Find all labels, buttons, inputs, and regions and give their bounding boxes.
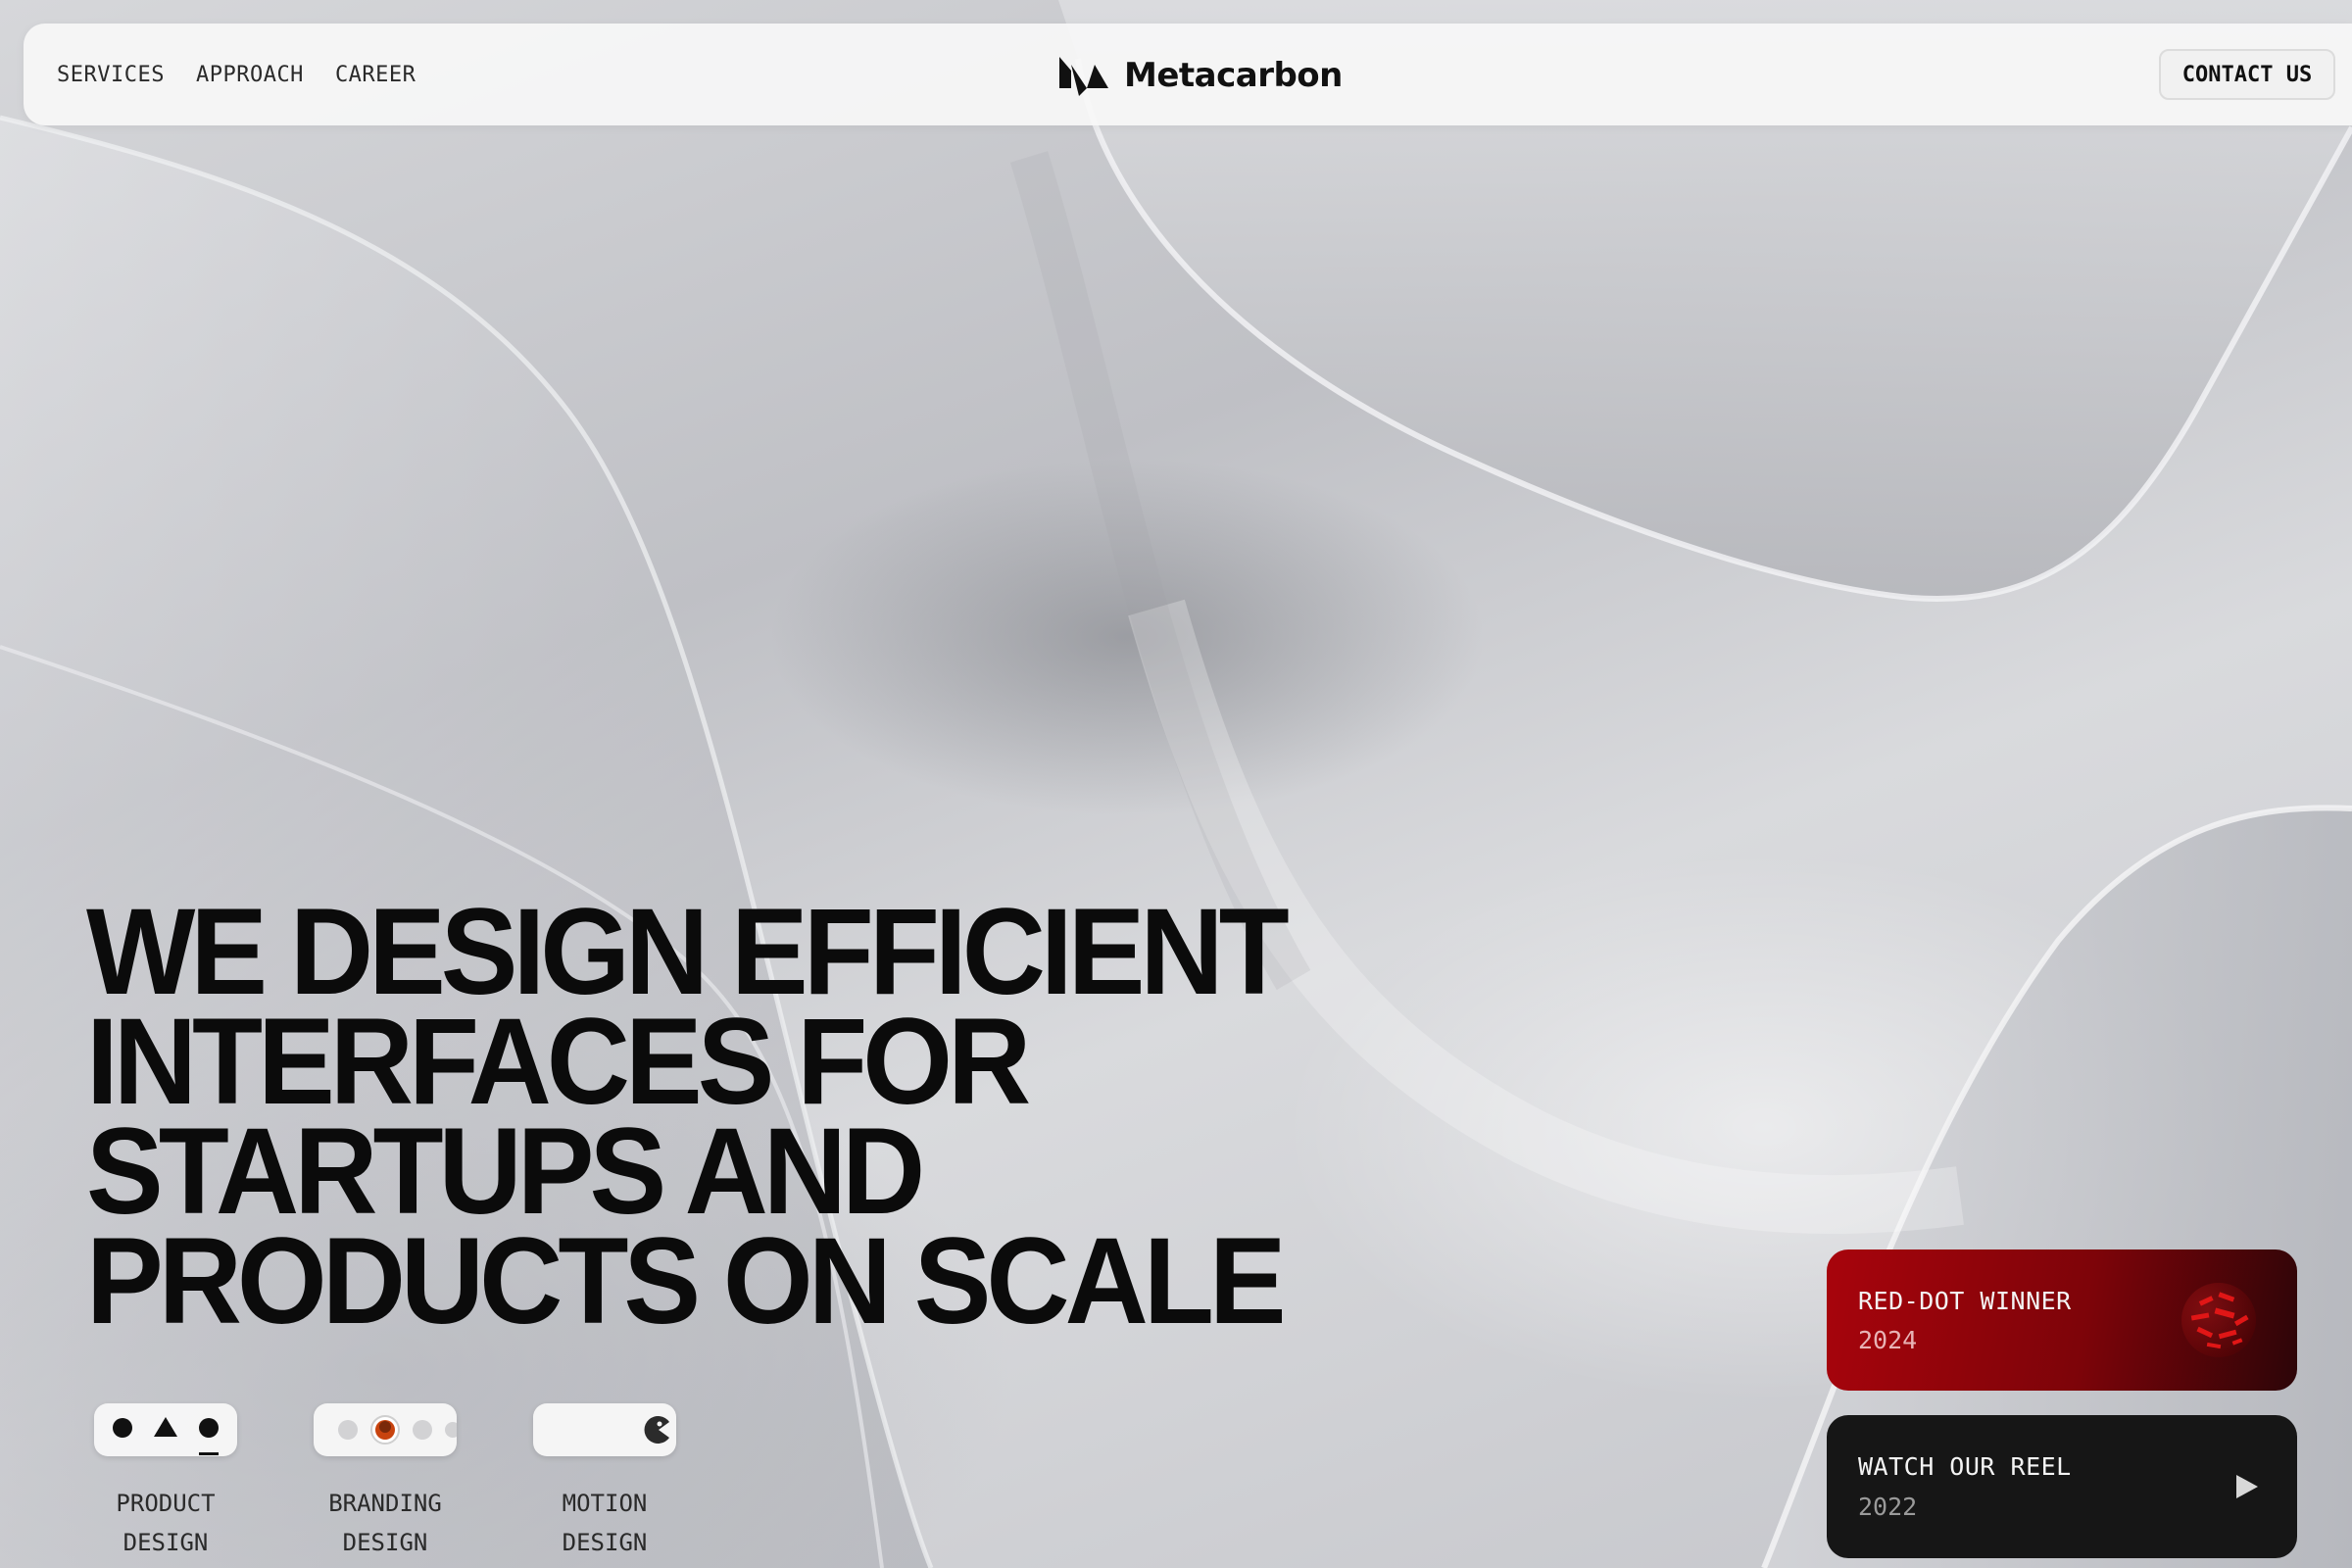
logo-text: Metacarbon — [1124, 56, 1343, 95]
service-product-design[interactable]: PRODUCT DESIGN — [92, 1403, 239, 1562]
reel-title: WATCH OUR REEL — [1858, 1452, 2072, 1481]
reel-year: 2022 — [1858, 1493, 1918, 1521]
service-label: BRANDING DESIGN — [328, 1490, 442, 1556]
red-dot-award-card[interactable]: RED-DOT WINNER 2024 — [1827, 1250, 2297, 1391]
service-branding-design[interactable]: BRANDING DESIGN — [312, 1403, 459, 1562]
dots-icon — [338, 1415, 457, 1445]
hero-line: PRODUCTS ON SCALE — [86, 1212, 1287, 1350]
motion-design-chip[interactable] — [533, 1403, 676, 1456]
reddot-award-icon — [2181, 1283, 2256, 1357]
service-motion-design[interactable]: MOTION DESIGN — [531, 1403, 678, 1562]
pacman-icon — [644, 1416, 669, 1444]
nav-links: SERVICES APPROACH CAREER — [57, 24, 416, 125]
watch-reel-card[interactable]: WATCH OUR REEL 2022 — [1827, 1415, 2297, 1558]
services-list: PRODUCT DESIGN BRANDING DESIGN MOTION DE… — [92, 1403, 678, 1562]
product-design-chip[interactable] — [94, 1403, 237, 1456]
top-nav: SERVICES APPROACH CAREER Metacarbon CONT… — [24, 24, 2352, 125]
nav-link-career[interactable]: CAREER — [335, 63, 416, 87]
hero-heading: WE DESIGN EFFICIENT INTERFACES FOR START… — [86, 891, 1290, 1343]
award-title: RED-DOT WINNER — [1858, 1287, 2072, 1315]
branding-design-chip[interactable] — [314, 1403, 457, 1456]
play-icon[interactable] — [2232, 1471, 2262, 1502]
brand-logo[interactable]: Metacarbon — [1057, 53, 1343, 98]
service-label: MOTION DESIGN — [562, 1490, 648, 1556]
nav-link-services[interactable]: SERVICES — [57, 63, 165, 87]
contact-us-button[interactable]: CONTACT US — [2159, 49, 2335, 100]
service-label: PRODUCT DESIGN — [116, 1490, 216, 1556]
award-year: 2024 — [1858, 1326, 1918, 1354]
shapes-icon — [113, 1417, 219, 1455]
nav-link-approach[interactable]: APPROACH — [196, 63, 304, 87]
metacarbon-logo-icon — [1059, 57, 1108, 96]
